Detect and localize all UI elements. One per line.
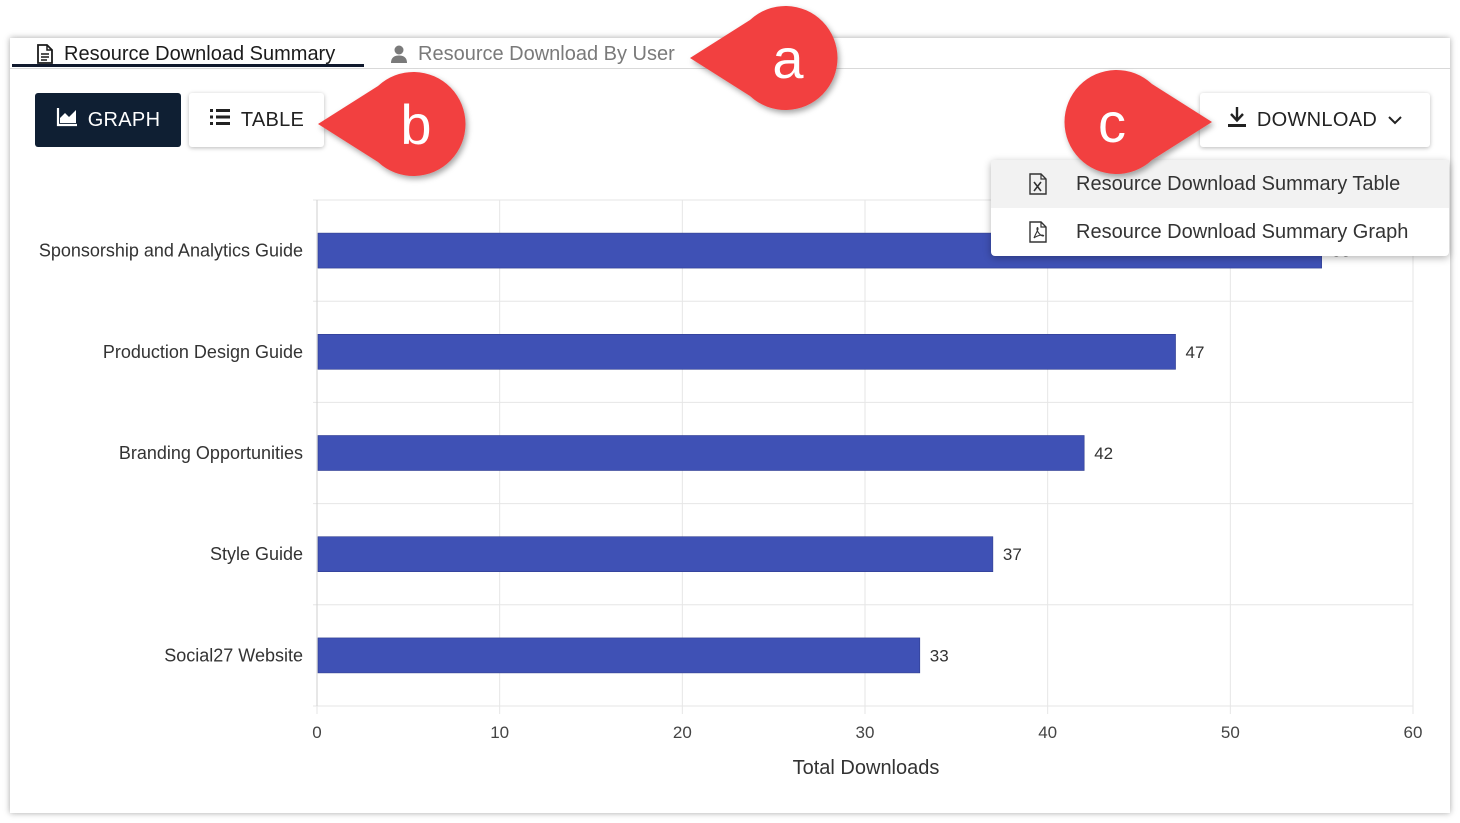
x-tick-label: 0: [312, 723, 321, 742]
y-category-label: Social27 Website: [164, 645, 303, 665]
menu-item-summary-graph[interactable]: Resource Download Summary Graph: [991, 208, 1449, 256]
y-category-label: Branding Opportunities: [119, 443, 303, 463]
x-tick-label: 50: [1221, 723, 1240, 742]
x-tick-label: 40: [1038, 723, 1057, 742]
bar[interactable]: [317, 536, 994, 573]
callout-a-marker: a: [690, 6, 838, 111]
menu-item-label: Resource Download Summary Graph: [1076, 220, 1409, 243]
x-tick-label: 20: [673, 723, 692, 742]
callout-a-label: a: [772, 27, 804, 90]
bar-value-label: 33: [930, 646, 949, 665]
y-category-label: Production Design Guide: [103, 342, 303, 362]
bar-value-label: 37: [1003, 545, 1022, 564]
x-axis-title: Total Downloads: [793, 757, 940, 779]
callout-c-label: c: [1098, 91, 1126, 154]
y-category-label: Style Guide: [210, 544, 303, 564]
bar[interactable]: [317, 333, 1176, 370]
pdf-file-icon: [1029, 221, 1047, 249]
callout-c-marker: c: [1064, 70, 1212, 174]
callout-b-label: b: [400, 93, 431, 156]
bar-value-label: 47: [1186, 343, 1205, 362]
y-category-label: Sponsorship and Analytics Guide: [39, 241, 303, 261]
x-tick-label: 10: [490, 723, 509, 742]
bar[interactable]: [317, 637, 921, 674]
x-tick-label: 30: [856, 723, 875, 742]
bar-value-label: 42: [1094, 444, 1113, 463]
callout-b-marker: b: [318, 72, 466, 176]
bar-chart: Sponsorship and Analytics Guide Productio…: [39, 199, 1423, 779]
x-tick-label: 60: [1404, 723, 1423, 742]
bar[interactable]: [317, 435, 1085, 471]
